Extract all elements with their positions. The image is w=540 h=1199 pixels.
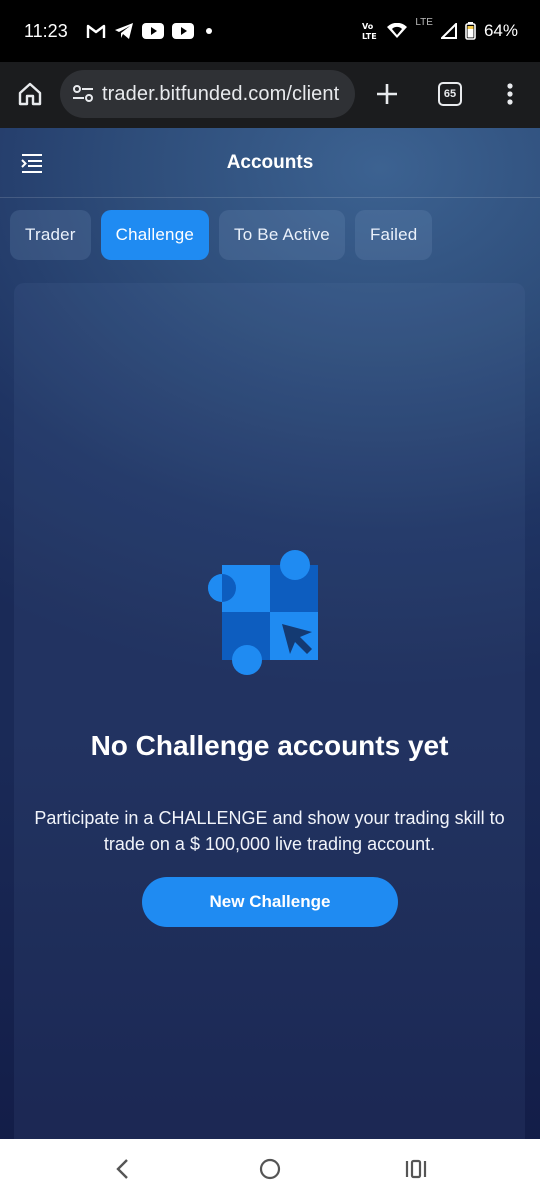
menu-toggle-button[interactable] [20,152,44,174]
tab-to-be-active[interactable]: To Be Active [219,210,345,260]
browser-menu-button[interactable] [492,76,528,112]
back-chevron-icon [116,1159,128,1179]
tab-count: 65 [438,82,462,106]
youtube-icon [171,23,194,39]
address-bar[interactable]: trader.bitfunded.com/client [60,70,355,118]
tab-challenge[interactable]: Challenge [100,210,209,260]
new-challenge-button[interactable]: New Challenge [142,877,398,927]
home-button[interactable] [12,76,48,112]
signal-icon [440,23,457,39]
tab-trader[interactable]: Trader [10,210,91,260]
recents-button[interactable] [400,1153,432,1185]
browser-toolbar: trader.bitfunded.com/client 65 [0,62,540,128]
notification-icons [86,22,216,40]
back-button[interactable] [107,1153,139,1185]
system-navigation-bar [0,1139,540,1199]
telegram-icon [114,22,134,40]
empty-state-description: Participate in a CHALLENGE and show your… [34,808,505,854]
battery-percent: 64% [483,21,518,40]
page-title: Accounts [226,151,314,173]
site-settings-icon[interactable] [72,84,94,104]
home-circle-icon [259,1158,281,1180]
account-tabs: Trader Challenge To Be Active Failed [10,210,433,260]
plus-icon [377,84,397,104]
app-content: Accounts Trader Challenge To Be Active F… [0,128,540,1139]
url-text: trader.bitfunded.com/client [102,82,340,105]
volte-icon: Vo LTE [361,21,379,41]
more-vert-icon [507,83,513,105]
youtube-icon [141,23,164,39]
network-type-label: LTE [415,17,433,28]
svg-text:Vo: Vo [362,22,374,31]
wifi-icon [387,23,408,39]
tab-failed[interactable]: Failed [354,210,433,260]
recents-icon [405,1159,427,1179]
app-header: Accounts [0,128,540,198]
battery-icon [465,22,476,40]
empty-state-title: No Challenge accounts yet [90,730,449,761]
menu-collapse-icon [21,154,42,173]
home-nav-button[interactable] [254,1153,286,1185]
new-tab-button[interactable] [369,76,405,112]
dot-icon [202,24,216,38]
status-time: 11:23 [24,20,68,41]
home-icon [18,82,42,106]
tab-switcher-button[interactable]: 65 [432,76,468,112]
accounts-card: No Challenge accounts yet Participate in… [14,283,525,1139]
svg-text:LTE: LTE [362,32,377,41]
gmail-icon [86,23,106,39]
status-bar: 11:23 Vo LTE LTE 64% [0,0,540,62]
empty-state-illustration-icon [208,550,318,675]
